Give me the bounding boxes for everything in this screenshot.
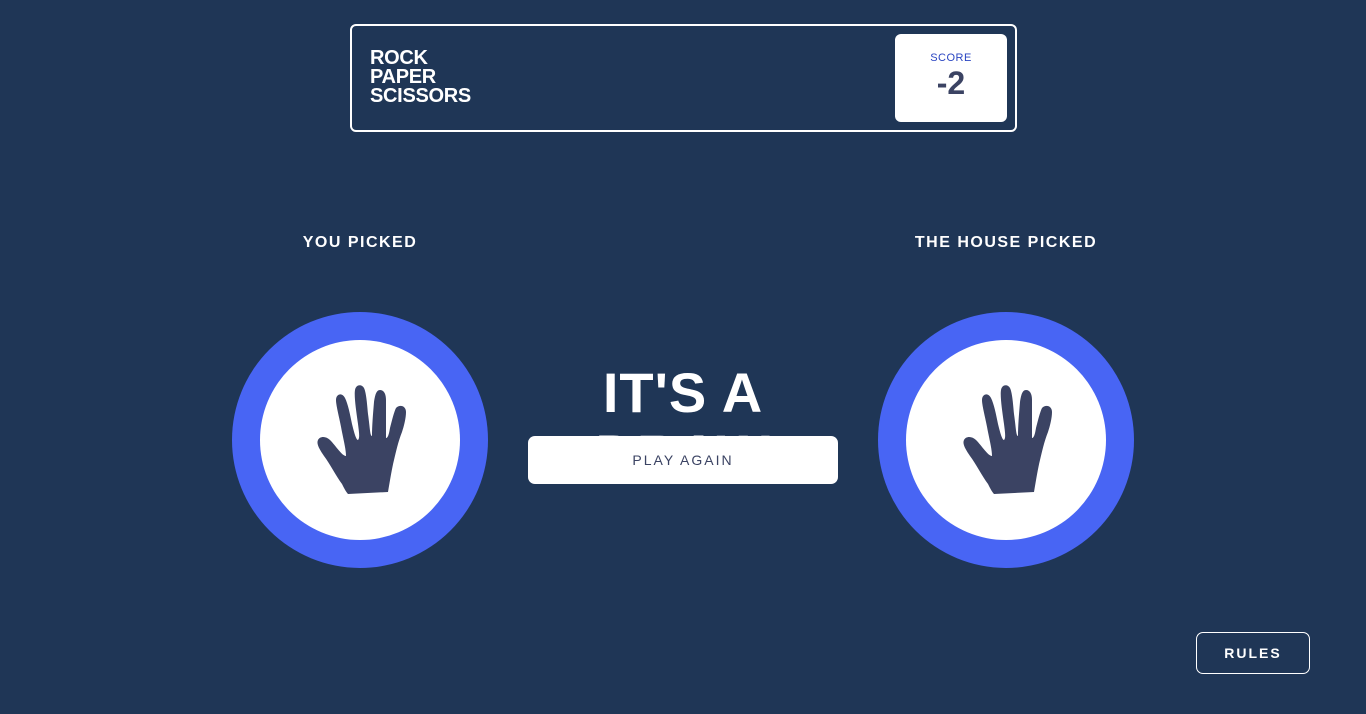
score-box: SCORE -2 bbox=[895, 34, 1007, 122]
player-choice-token bbox=[232, 312, 488, 568]
title-line-scissors: SCISSORS bbox=[370, 85, 471, 107]
play-again-button[interactable]: PLAY AGAIN bbox=[528, 436, 838, 484]
rules-button[interactable]: RULES bbox=[1196, 632, 1310, 674]
paper-hand-icon bbox=[963, 385, 1052, 494]
house-picked-label: THE HOUSE PICKED bbox=[914, 234, 1098, 251]
player-token-face bbox=[260, 340, 460, 540]
paper-hand-icon bbox=[317, 385, 406, 494]
score-value: -2 bbox=[936, 65, 966, 101]
game-screen: ROCK PAPER SCISSORS SCORE -2 YOU PICKED … bbox=[0, 0, 1366, 714]
house-choice-token bbox=[878, 312, 1134, 568]
header-bar: ROCK PAPER SCISSORS SCORE -2 bbox=[350, 24, 1017, 132]
game-title: ROCK PAPER SCISSORS bbox=[370, 48, 471, 107]
score-label: SCORE bbox=[930, 52, 972, 64]
you-picked-label: YOU PICKED bbox=[302, 234, 418, 251]
house-token-face bbox=[906, 340, 1106, 540]
